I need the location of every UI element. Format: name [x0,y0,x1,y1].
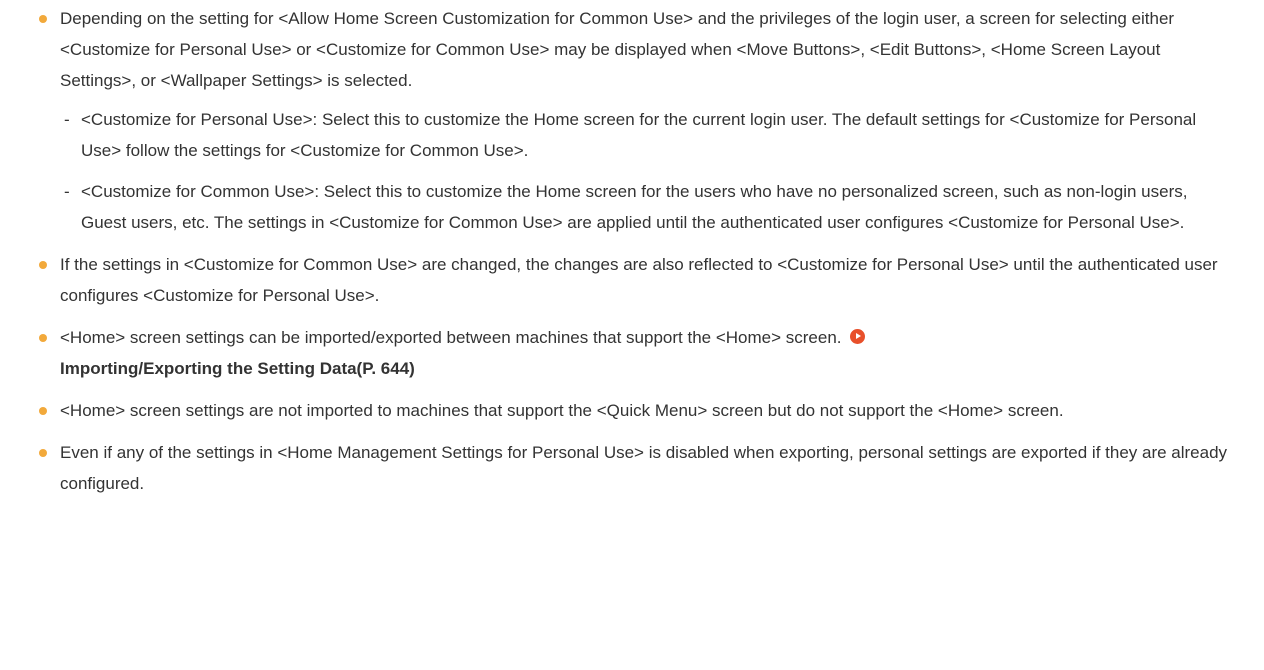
sub-list-item-text: <Customize for Personal Use>: Select thi… [81,110,1197,160]
list-item-text: <Home> screen settings are not imported … [60,401,1064,420]
list-item: Even if any of the settings in <Home Man… [0,437,1264,499]
bullet-icon [39,15,47,23]
import-export-link[interactable]: Importing/Exporting the Setting Data(P. … [60,359,415,378]
sub-list-item-text: <Customize for Common Use>: Select this … [81,182,1188,232]
list-item: <Home> screen settings are not imported … [0,395,1264,426]
list-item: If the settings in <Customize for Common… [0,249,1264,311]
sub-list-item: - <Customize for Common Use>: Select thi… [60,176,1234,238]
sub-list-item: - <Customize for Personal Use>: Select t… [60,104,1234,166]
dash-icon: - [64,110,70,129]
document-page: Depending on the setting for <Allow Home… [0,0,1264,670]
list-item-text: Even if any of the settings in <Home Man… [60,443,1228,493]
list-item: <Home> screen settings can be imported/e… [0,322,1264,384]
list-item-text: <Home> screen settings can be imported/e… [60,328,842,347]
notes-list: Depending on the setting for <Allow Home… [0,3,1264,499]
bullet-icon [39,407,47,415]
list-item-text: If the settings in <Customize for Common… [60,255,1218,305]
list-item-text: Depending on the setting for <Allow Home… [60,9,1175,90]
sub-list: - <Customize for Personal Use>: Select t… [60,104,1234,238]
bullet-icon [39,449,47,457]
list-item: Depending on the setting for <Allow Home… [0,3,1264,238]
bullet-icon [39,261,47,269]
dash-icon: - [64,182,70,201]
arrow-circle-icon[interactable] [850,329,866,344]
bullet-icon [39,334,47,342]
